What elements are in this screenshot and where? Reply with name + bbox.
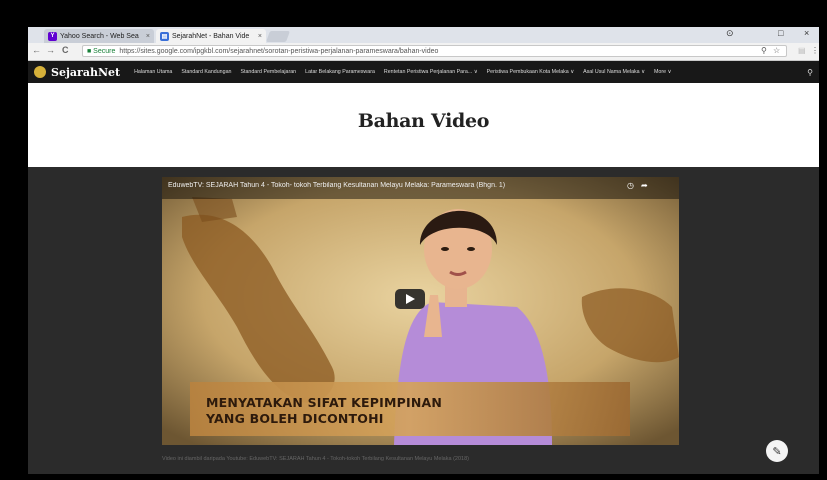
nav-item-asal-usul[interactable]: Asal Usul Nama Melaka ∨ (583, 69, 645, 75)
video-source-caption: Video ini diambil daripada Youtube: Eduw… (162, 456, 469, 462)
address-bar[interactable]: ■ Secure https://sites.google.com/ipgkbl… (82, 45, 787, 57)
reload-button[interactable]: C (62, 45, 69, 55)
forward-button[interactable]: → (46, 45, 55, 55)
tab-yahoo[interactable]: Y Yahoo Search - Web Sea × (44, 29, 154, 43)
sites-favicon-icon: ▤ (160, 31, 169, 41)
watch-later-icon[interactable]: ◷ (627, 181, 634, 190)
video-banner-line1: MENYATAKAN SIFAT KEPIMPINAN (206, 395, 443, 410)
close-tab-icon[interactable]: × (255, 33, 262, 40)
screenshot-frame: Y Yahoo Search - Web Sea × ▤ SejarahNet … (10, 10, 819, 474)
video-title[interactable]: EduwebTV: SEJARAH Tahun 4 - Tokoh- tokoh… (168, 182, 608, 189)
nav-item-halaman-utama[interactable]: Halaman Utama (134, 69, 172, 75)
menu-icon[interactable]: ⋮ (811, 46, 819, 55)
profile-icon[interactable]: ⊙ (726, 28, 734, 39)
close-tab-icon[interactable]: × (143, 33, 150, 40)
page-header: Bahan Video (28, 83, 819, 167)
minimize-icon[interactable]: □ (778, 28, 783, 38)
nav-item-standard-pembelajaran[interactable]: Standard Pembelajaran (240, 69, 296, 75)
bookmark-star-icon[interactable]: ☆ (773, 46, 780, 55)
nav-item-rentetan-peristiwa[interactable]: Rentetan Peristiwa Perjalanan Para... ∨ (384, 69, 478, 75)
nav-links: Halaman Utama Standard Kandungan Standar… (134, 69, 671, 75)
tab-sejarahnet[interactable]: ▤ SejarahNet - Bahan Vide × (156, 29, 266, 43)
back-button[interactable]: ← (32, 45, 41, 55)
site-logo[interactable]: SejarahNet (51, 66, 120, 79)
nav-item-latar-belakang[interactable]: Latar Belakang Parameswara (305, 69, 375, 75)
extension-icon[interactable]: ▤ (798, 46, 806, 55)
logo-icon[interactable] (34, 66, 46, 78)
yahoo-favicon-icon: Y (48, 31, 57, 41)
new-tab-button[interactable] (265, 31, 291, 42)
url-text: https://sites.google.com/ipgkbl.com/seja… (119, 47, 439, 55)
nav-item-more[interactable]: More ∨ (654, 69, 671, 75)
zoom-icon[interactable]: ⚲ (761, 46, 767, 55)
tab-label: SejarahNet - Bahan Vide (172, 32, 250, 40)
video-banner-line2: YANG BOLEH DICONTOHI (206, 411, 384, 426)
content-area: EduwebTV: SEJARAH Tahun 4 - Tokoh- tokoh… (28, 167, 819, 474)
tab-label: Yahoo Search - Web Sea (60, 32, 139, 40)
secure-indicator[interactable]: ■ Secure (87, 48, 115, 55)
page-title: Bahan Video (357, 110, 490, 132)
nav-item-pembukaan-kota[interactable]: Peristiwa Pembukaan Kota Melaka ∨ (487, 69, 575, 75)
video-player[interactable]: EduwebTV: SEJARAH Tahun 4 - Tokoh- tokoh… (162, 177, 679, 445)
pencil-icon: ✎ (772, 445, 782, 458)
search-icon[interactable]: ⚲ (807, 68, 813, 77)
close-window-icon[interactable]: × (804, 28, 809, 38)
share-icon[interactable]: ➦ (641, 181, 648, 190)
nav-item-standard-kandungan[interactable]: Standard Kandungan (181, 69, 231, 75)
edit-pencil-button[interactable]: ✎ (766, 440, 788, 462)
browser-window: Y Yahoo Search - Web Sea × ▤ SejarahNet … (28, 27, 819, 474)
site-navbar: SejarahNet Halaman Utama Standard Kandun… (28, 61, 819, 83)
address-row: ← → C ■ Secure https://sites.google.com/… (28, 43, 819, 61)
tab-strip: Y Yahoo Search - Web Sea × ▤ SejarahNet … (28, 27, 819, 43)
